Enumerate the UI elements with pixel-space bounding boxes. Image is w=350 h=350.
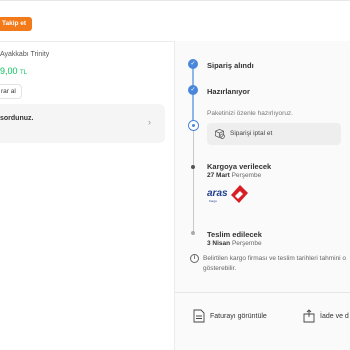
price-value: 9,00 [0,66,18,76]
order-tracking-panel [174,41,350,350]
step-title-shipping: Kargoya verilecek [207,162,272,171]
preparing-note: Paketinizi özenle hazırlıyoruz. [207,110,293,117]
top-divider [0,0,350,1]
info-line-2: gösterebilir. [203,264,237,272]
seller-question-card[interactable]: sordunuz. › [0,104,165,143]
cancel-order-label: Siparişi iptal et [230,130,273,137]
delivery-info-text: Belirtilen kargo firması ve teslim tarih… [203,254,350,273]
step-title-preparing: Hazırlanıyor [207,87,250,96]
product-price: 9,00 TL [0,66,27,76]
svg-text:Kargo: Kargo [209,199,217,203]
return-label: İade ve d [320,313,349,320]
aras-cargo-logo: aras Kargo [207,185,248,203]
step-title-order-received: Sipariş alındı [207,61,254,70]
shipping-date: 27 Mart Perşembe [207,172,261,179]
cancel-box-icon [215,128,225,139]
step-title-delivery: Teslim edilecek [207,230,262,239]
buy-again-button[interactable]: rar al [0,84,22,99]
info-line-1: Belirtilen kargo firması ve teslim tarih… [203,255,347,262]
shipping-date-value: 27 Mart [207,172,230,179]
delivery-date-value: 3 Nisan [207,240,231,247]
invoice-icon [193,309,205,323]
info-icon: i [190,254,199,263]
current-step-indicator [188,120,199,131]
return-box-icon [303,309,315,323]
chevron-right-icon: › [148,117,151,127]
timeline-pending-line [192,127,194,235]
cancel-order-button[interactable]: Siparişi iptal et [207,123,341,145]
price-currency: TL [20,70,28,76]
view-invoice-button[interactable]: Faturayı görüntüle [193,309,283,325]
step-pending-dot [191,165,195,169]
question-text: sordunuz. [0,115,34,122]
step-pending-dot [191,231,195,235]
step-done-check-icon: ✓ [188,85,198,95]
delivery-date: 3 Nisan Perşembe [207,240,262,247]
view-invoice-label: Faturayı görüntüle [210,313,267,320]
footer-divider [175,292,350,293]
return-button[interactable]: İade ve d [303,309,350,325]
shipping-day: Perşembe [231,172,262,179]
product-name[interactable]: Ayakkabı Trinity [0,51,49,58]
svg-text:aras: aras [207,188,228,199]
step-done-check-icon: ✓ [188,59,198,69]
follow-button[interactable]: Takip et [0,17,33,31]
delivery-day: Perşembe [231,240,262,247]
